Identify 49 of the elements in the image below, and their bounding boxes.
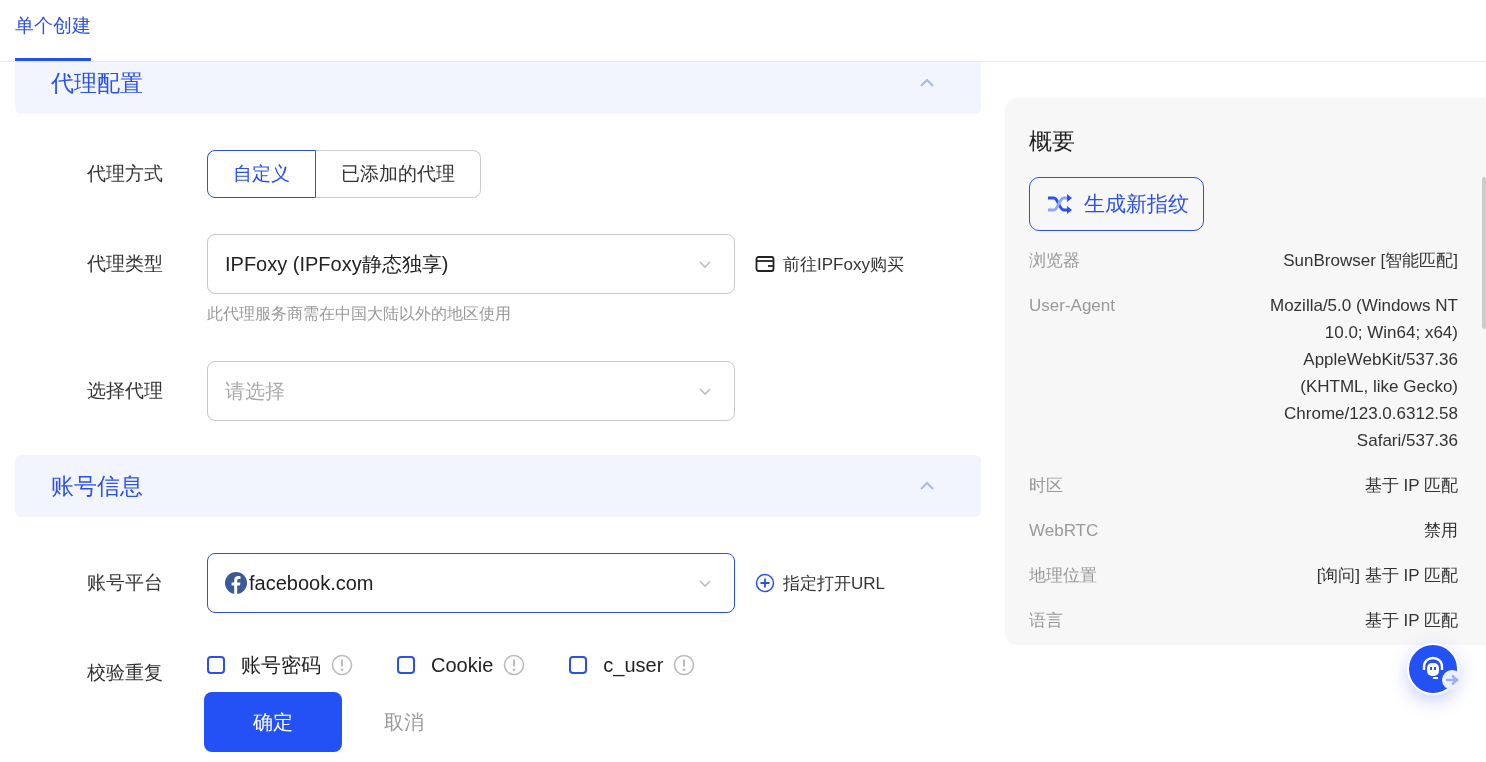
plus-circle-icon [755, 573, 775, 593]
segment-button[interactable]: 已添加的代理 [316, 150, 481, 198]
field-label: 代理类型 [86, 252, 164, 276]
summary-label: User-Agent [1029, 295, 1115, 317]
section-header[interactable]: 代理配置 [15, 62, 981, 114]
summary-value: 禁用 [1424, 520, 1458, 542]
hint-text: 此代理服务商需在中国大陆以外的地区使用 [207, 304, 512, 324]
field-label: 代理方式 [86, 162, 164, 186]
info-icon [673, 654, 696, 676]
chevron-down-icon [698, 258, 712, 270]
checkbox-label: Cookie [431, 653, 494, 677]
headset-icon [1420, 656, 1446, 682]
summary-label: 地理位置 [1029, 565, 1097, 587]
chevron-down-icon [698, 577, 712, 589]
field-label: 校验重复 [86, 661, 164, 682]
summary-label: 语言 [1029, 610, 1063, 632]
section-title: 账号信息 [51, 471, 143, 501]
checkbox[interactable] [569, 656, 588, 674]
field-label: 账号平台 [86, 571, 164, 595]
link[interactable]: 指定打开URL [755, 571, 885, 595]
arrow-right-icon [1441, 669, 1463, 691]
link[interactable]: 前往IPFoxy购买 [755, 252, 904, 276]
window-icon [755, 255, 775, 273]
scrollbar-thumb[interactable] [1482, 177, 1486, 329]
section-header[interactable]: 账号信息 [15, 455, 981, 517]
summary-value: 基于 IP 匹配 [1364, 475, 1458, 497]
panel-title: 概要 [1029, 127, 1076, 156]
summary-label: WebRTC [1029, 520, 1099, 542]
section-title: 代理配置 [51, 68, 143, 98]
select-field[interactable]: facebook.com [207, 553, 735, 613]
summary-value: SunBrowser [智能匹配] [1283, 250, 1458, 272]
summary-value: 基于 IP 匹配 [1364, 610, 1458, 632]
generate-button[interactable]: 生成新指纹 [1029, 177, 1204, 231]
summary-value: [询问] 基于 IP 匹配 [1316, 565, 1458, 587]
info-icon [503, 654, 526, 676]
chevron-down-icon [698, 385, 712, 397]
confirm-button[interactable]: 确定 [204, 692, 342, 752]
segment-button[interactable]: 自定义 [207, 150, 316, 198]
select-field[interactable]: IPFoxy (IPFoxy静态独享) [207, 234, 735, 294]
summary-label: 时区 [1029, 475, 1063, 497]
field-label: 选择代理 [86, 379, 164, 403]
shuffle-icon [1046, 193, 1074, 215]
summary-value: Mozilla/5.0 (Windows NT 10.0; Win64; x64) AppleWebKit/537.36 (KHTML, like Gecko) Chrome/123.0.6312.58 Safari/537.36 [1269, 295, 1458, 452]
info-icon [331, 654, 353, 676]
checkbox-label: c_user [603, 653, 664, 677]
checkbox-label: 账号密码 [241, 652, 321, 678]
summary-label: 浏览器 [1029, 250, 1080, 272]
checkbox[interactable] [397, 656, 415, 674]
checkbox[interactable] [207, 656, 225, 674]
